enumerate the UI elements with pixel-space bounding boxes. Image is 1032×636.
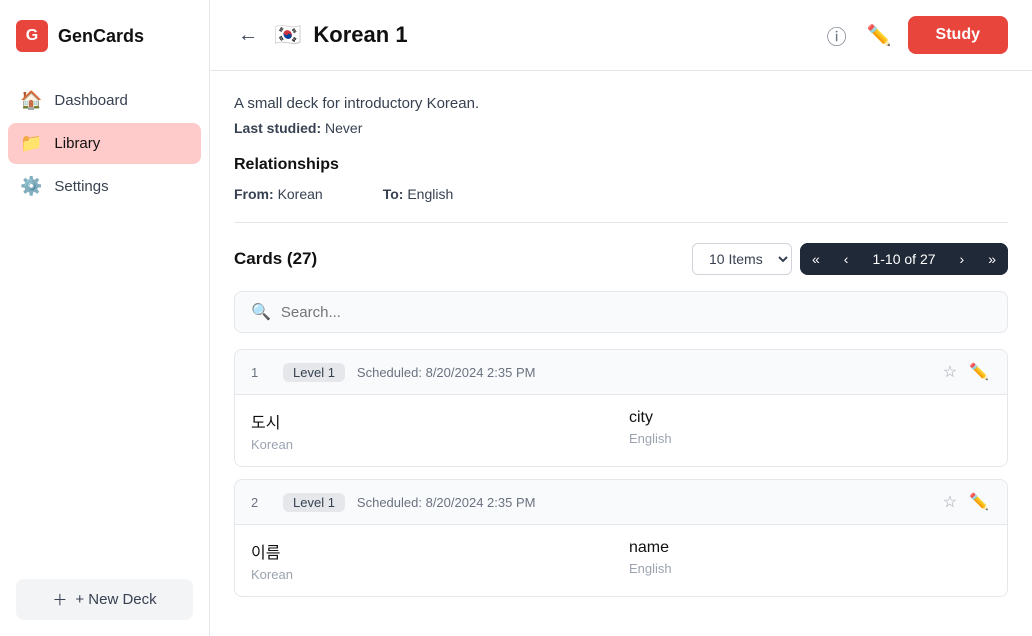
search-icon: 🔍	[251, 302, 271, 322]
sidebar-item-dashboard[interactable]: 🏠 Dashboard	[8, 80, 201, 121]
study-button[interactable]: Study	[908, 16, 1008, 54]
page-range: 1-10 of 27	[860, 243, 947, 275]
relationships-row: From: Korean To: English	[234, 186, 1008, 202]
relationships-title: Relationships	[234, 156, 1008, 174]
card-actions: ☆ ✏️	[941, 490, 991, 514]
card-content-row: 도시 Korean city English	[235, 395, 1007, 466]
sidebar-label-dashboard: Dashboard	[54, 92, 127, 109]
level-badge: Level 1	[283, 363, 345, 382]
last-studied-value: Never	[325, 120, 362, 136]
back-lang: English	[629, 561, 991, 576]
last-page-button[interactable]: »	[976, 243, 1008, 275]
cards-header: Cards (27) 10 Items 25 Items 50 Items « …	[234, 243, 1008, 275]
to-field: To: English	[383, 186, 454, 202]
search-input[interactable]	[281, 304, 991, 321]
scheduled-date: Scheduled: 8/20/2024 2:35 PM	[357, 365, 929, 380]
cards-title: Cards (27)	[234, 249, 317, 269]
back-word: city	[629, 409, 991, 427]
page-header: ← 🇰🇷 Korean 1 ⓘ ✏️ Study	[210, 0, 1032, 71]
card-actions: ☆ ✏️	[941, 360, 991, 384]
cards-controls: 10 Items 25 Items 50 Items « ‹ 1-10 of 2…	[692, 243, 1008, 275]
card-number: 1	[251, 365, 271, 380]
card-content-row: 이름 Korean name English	[235, 525, 1007, 596]
edit-card-button[interactable]: ✏️	[967, 490, 991, 514]
relationships-section: Relationships From: Korean To: English	[234, 156, 1008, 202]
to-label: To:	[383, 186, 404, 202]
front-lang: Korean	[251, 567, 613, 582]
front-lang: Korean	[251, 437, 613, 452]
star-button[interactable]: ☆	[941, 490, 959, 514]
info-button[interactable]: ⓘ	[823, 17, 851, 54]
front-word: 이름	[251, 539, 613, 563]
sidebar-item-settings[interactable]: ⚙️ Settings	[8, 166, 201, 207]
back-button[interactable]: ←	[234, 20, 262, 51]
last-studied: Last studied: Never	[234, 120, 1008, 136]
card-front: 도시 Korean	[251, 409, 613, 452]
header-actions: ⓘ ✏️ Study	[823, 16, 1008, 54]
sidebar-nav: 🏠 Dashboard 📁 Library ⚙️ Settings	[0, 72, 209, 563]
search-bar: 🔍	[234, 291, 1008, 333]
plus-icon: ＋	[52, 589, 67, 610]
logo-icon: G	[16, 20, 48, 52]
card-group: 1 Level 1 Scheduled: 8/20/2024 2:35 PM ☆…	[234, 349, 1008, 467]
new-deck-label: + New Deck	[75, 591, 156, 608]
pagination: « ‹ 1-10 of 27 › »	[800, 243, 1008, 275]
settings-icon: ⚙️	[20, 176, 42, 197]
card-back: name English	[629, 539, 991, 582]
from-field: From: Korean	[234, 186, 323, 202]
main-content: ← 🇰🇷 Korean 1 ⓘ ✏️ Study A small deck fo…	[210, 0, 1032, 636]
sidebar: G GenCards 🏠Dashboard📁Library⚙️Settings …	[0, 0, 210, 636]
back-lang: English	[629, 431, 991, 446]
edit-card-button[interactable]: ✏️	[967, 360, 991, 384]
app-logo: G GenCards	[0, 0, 209, 72]
deck-title: Korean 1	[313, 22, 810, 48]
deck-description: A small deck for introductory Korean.	[234, 95, 1008, 112]
edit-button[interactable]: ✏️	[863, 19, 896, 52]
star-button[interactable]: ☆	[941, 360, 959, 384]
card-number: 2	[251, 495, 271, 510]
card-meta-row: 2 Level 1 Scheduled: 8/20/2024 2:35 PM ☆…	[235, 480, 1007, 525]
next-page-button[interactable]: ›	[948, 243, 977, 275]
to-value: English	[407, 186, 453, 202]
sidebar-footer: ＋ + New Deck	[0, 563, 209, 636]
items-per-page-select[interactable]: 10 Items 25 Items 50 Items	[692, 243, 792, 275]
app-name: GenCards	[58, 26, 144, 47]
last-studied-label: Last studied:	[234, 120, 321, 136]
sidebar-label-settings: Settings	[54, 178, 108, 195]
deck-emoji: 🇰🇷	[274, 22, 301, 48]
content-area: A small deck for introductory Korean. La…	[210, 71, 1032, 636]
library-icon: 📁	[20, 133, 42, 154]
card-front: 이름 Korean	[251, 539, 613, 582]
level-badge: Level 1	[283, 493, 345, 512]
card-back: city English	[629, 409, 991, 452]
card-list: 1 Level 1 Scheduled: 8/20/2024 2:35 PM ☆…	[234, 349, 1008, 597]
first-page-button[interactable]: «	[800, 243, 832, 275]
from-label: From:	[234, 186, 274, 202]
divider	[234, 222, 1008, 223]
scheduled-date: Scheduled: 8/20/2024 2:35 PM	[357, 495, 929, 510]
new-deck-button[interactable]: ＋ + New Deck	[16, 579, 193, 620]
dashboard-icon: 🏠	[20, 90, 42, 111]
prev-page-button[interactable]: ‹	[832, 243, 861, 275]
back-word: name	[629, 539, 991, 557]
front-word: 도시	[251, 409, 613, 433]
from-value: Korean	[278, 186, 323, 202]
card-group: 2 Level 1 Scheduled: 8/20/2024 2:35 PM ☆…	[234, 479, 1008, 597]
card-meta-row: 1 Level 1 Scheduled: 8/20/2024 2:35 PM ☆…	[235, 350, 1007, 395]
sidebar-label-library: Library	[54, 135, 100, 152]
sidebar-item-library[interactable]: 📁 Library	[8, 123, 201, 164]
